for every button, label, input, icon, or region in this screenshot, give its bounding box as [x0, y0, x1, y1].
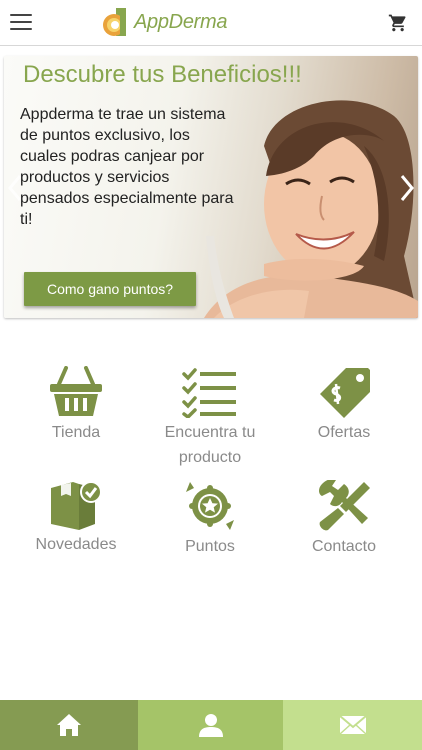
menu-item-puntos[interactable]: Puntos — [140, 480, 280, 559]
chevron-left-icon[interactable] — [6, 174, 24, 202]
menu-item-label: Contacto — [311, 538, 377, 555]
bottom-tab-bar — [0, 700, 422, 750]
tab-home[interactable] — [0, 700, 138, 750]
mail-icon — [338, 715, 367, 735]
shopping-cart-icon[interactable] — [388, 13, 408, 33]
price-tag-icon — [320, 368, 370, 418]
hamburger-menu-icon[interactable] — [10, 14, 32, 32]
checklist-icon — [182, 368, 236, 418]
banner-title: Descubre tus Beneficios!!! — [23, 61, 302, 88]
menu-item-ofertas[interactable]: Ofertas — [274, 366, 414, 445]
app-logo: AppDerma — [100, 5, 228, 39]
badge-star-icon — [186, 482, 234, 530]
menu-item-label: Puntos — [185, 538, 235, 555]
menu-item-encuentra-tu-producto[interactable]: Encuentra tu producto — [140, 366, 280, 470]
promo-banner[interactable]: Descubre tus Beneficios!!! Appderma te t… — [4, 56, 418, 318]
banner-description: Appderma te trae un sistema de puntos ex… — [20, 106, 234, 228]
menu-item-contacto[interactable]: Contacto — [274, 480, 414, 559]
menu-item-novedades[interactable]: Novedades — [6, 480, 146, 557]
user-icon — [198, 714, 223, 737]
logo-mark-icon — [103, 8, 126, 36]
menu-item-label: Ofertas — [317, 424, 371, 441]
box-check-icon — [51, 481, 102, 530]
app-header: AppDerma — [0, 0, 422, 46]
menu-item-label: Tienda — [51, 424, 101, 441]
tools-icon — [319, 480, 370, 531]
home-icon — [57, 714, 81, 736]
how-to-earn-points-button[interactable]: Como gano puntos? — [24, 272, 196, 306]
menu-item-label: Novedades — [35, 536, 117, 553]
menu-item-tienda[interactable]: Tienda — [6, 366, 146, 445]
app-name: AppDerma — [134, 10, 228, 33]
chevron-right-icon[interactable] — [398, 174, 416, 202]
tab-user[interactable] — [138, 700, 283, 750]
shopping-basket-icon — [50, 366, 102, 416]
tab-mail[interactable] — [283, 700, 422, 750]
menu-item-label: Encuentra tu producto — [164, 424, 256, 466]
